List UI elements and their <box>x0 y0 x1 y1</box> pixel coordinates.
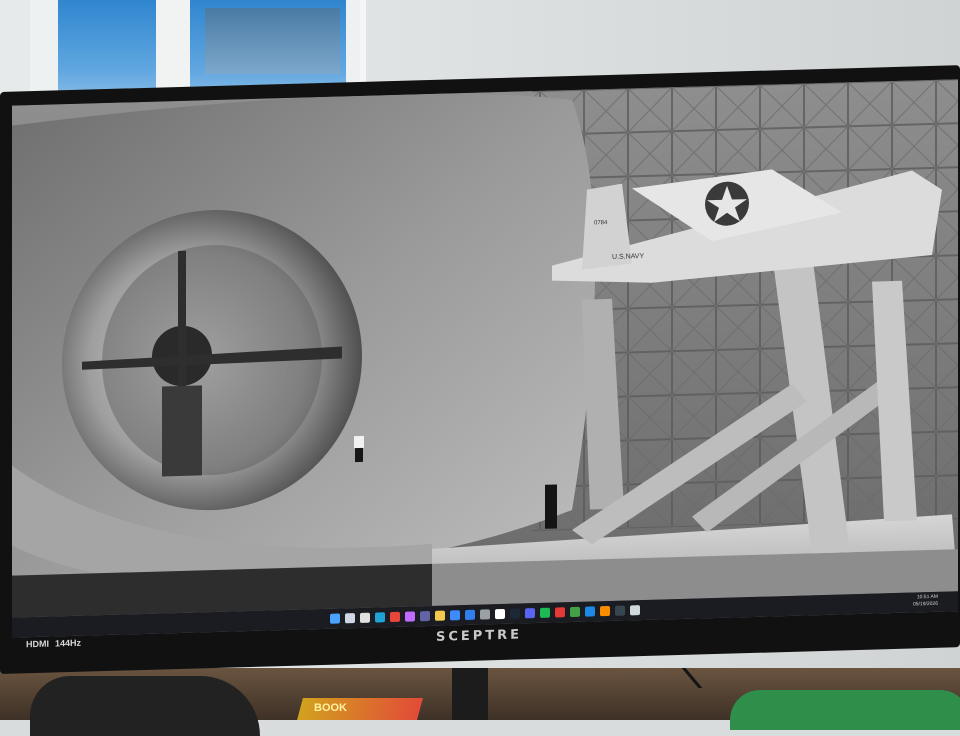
discord-icon[interactable] <box>525 608 535 619</box>
app-blue-icon[interactable] <box>585 606 595 617</box>
taskbar-icons <box>330 605 640 624</box>
desktop-wallpaper: U.S.NAVY 0784 <box>12 79 958 618</box>
monitor-brand-logo: SCEPTRE <box>435 627 523 645</box>
photos-icon[interactable] <box>405 611 415 622</box>
app-green-icon[interactable] <box>570 606 580 618</box>
clock-date: 05/19/2026 <box>912 600 938 608</box>
tiktok-icon[interactable] <box>495 608 505 620</box>
building-outside <box>205 8 340 74</box>
edge-icon[interactable] <box>375 612 385 623</box>
settings-icon[interactable] <box>480 609 490 620</box>
spotify-icon[interactable] <box>540 607 550 618</box>
steam-icon[interactable] <box>510 608 520 619</box>
person-shirt <box>354 435 364 449</box>
mail-icon[interactable] <box>465 609 475 621</box>
search-icon[interactable] <box>345 613 355 624</box>
fan-support <box>162 385 202 477</box>
refresh-rate-badge: 144Hz <box>55 637 82 649</box>
hdmi-badge: HDMI <box>26 638 49 650</box>
teams-icon[interactable] <box>420 610 430 622</box>
monitor-stand <box>452 668 488 720</box>
monitor-screen: U.S.NAVY 0784 10:51 AM 05/19/2026 <box>12 79 958 638</box>
chair <box>30 676 260 736</box>
task-view-icon[interactable] <box>360 612 370 623</box>
app-light-icon[interactable] <box>630 605 640 616</box>
app-orange-icon[interactable] <box>600 605 610 617</box>
aircraft-marking: U.S.NAVY <box>612 253 644 261</box>
tail-number: 0784 <box>594 220 608 226</box>
taskbar-clock[interactable]: 10:51 AM 05/19/2026 <box>913 594 938 609</box>
chrome-icon[interactable] <box>390 611 400 623</box>
person-on-platform <box>545 484 557 529</box>
file-explorer-icon[interactable] <box>435 610 445 621</box>
app-red-icon[interactable] <box>555 607 565 618</box>
store-icon[interactable] <box>450 610 460 621</box>
start-icon[interactable] <box>330 613 340 624</box>
book-label: BOOK <box>314 702 347 714</box>
app-dark-icon[interactable] <box>615 605 625 616</box>
green-bag <box>730 690 960 730</box>
monitor: U.S.NAVY 0784 10:51 AM 05/19/2026 HDMI 1… <box>0 65 960 675</box>
bezel-badges: HDMI 144Hz <box>26 638 81 650</box>
